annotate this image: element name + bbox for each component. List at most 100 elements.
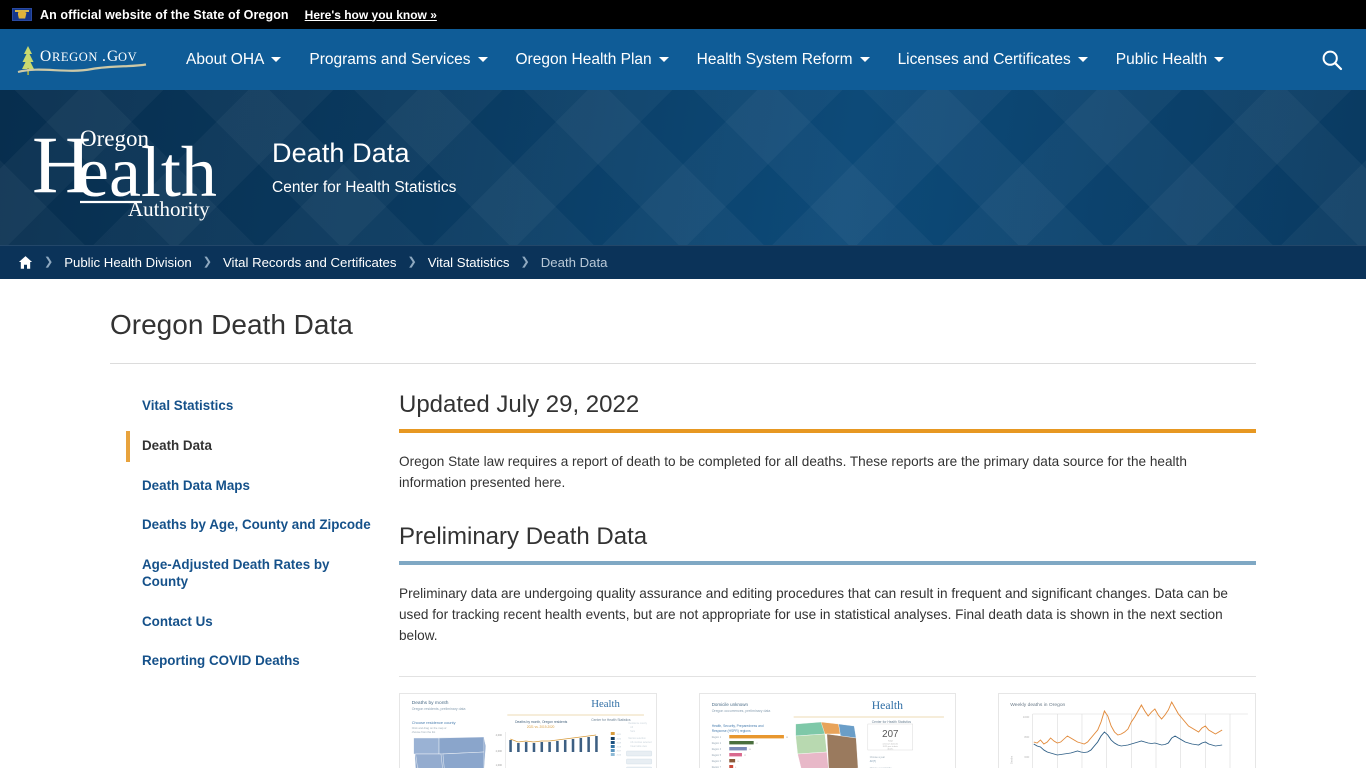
nav-item-label: Licenses and Certificates [897,50,1071,68]
breadcrumb-separator: ❯ [44,256,54,268]
svg-text:Sum: Sum [630,730,635,733]
weekly-deaths-preview-image: Weekly deaths in Oregon 1000 800 600 Dea… [999,694,1256,768]
svg-text:All: All [630,726,633,729]
oregon-health-authority-logo[interactable]: H Oregon ealth Authority [32,114,222,222]
svg-text:OV: OV [118,50,137,64]
dashboard-thumbnail-row: Deaths by month Oregon residents, prelim… [399,693,1257,768]
svg-text:22: 22 [744,755,746,757]
oregon-tree-river-logo-icon: O REGON . G OV [17,45,147,75]
svg-text:Weekly deaths in Oregon: Weekly deaths in Oregon [1011,703,1067,708]
section-preliminary-death-data: Preliminary Death Data Preliminary data … [399,523,1256,646]
nav-item-about-oha[interactable]: About OHA [172,43,295,77]
section-heading-updated: Updated July 29, 2022 [399,391,640,418]
deaths-by-month-preview-image: Deaths by month Oregon residents, prelim… [400,694,656,768]
nav-item-label: Public Health [1115,50,1208,68]
chevron-down-icon [859,57,870,62]
search-button[interactable] [1320,48,1344,72]
sidebar-navigation: Vital Statistics Death Data Death Data M… [110,391,375,768]
oregon-gov-logo[interactable]: O REGON . G OV [14,40,154,80]
svg-text:Region 1: Region 1 [711,736,721,739]
svg-text:G: G [107,48,118,65]
breadcrumb-item-public-health-division[interactable]: Public Health Division [64,255,192,270]
nav-item-licenses-and-certificates[interactable]: Licenses and Certificates [884,43,1102,77]
nav-item-programs-and-services[interactable]: Programs and Services [295,43,501,77]
svg-text:Oregon residents, preliminary: Oregon residents, preliminary data [412,707,466,711]
svg-text:REGON: REGON [52,50,98,64]
thumbnail-domicile-unknown-dashboard[interactable]: Domicile unknown Oregon occurrences, pre… [698,693,957,768]
svg-text:Total: Total [888,740,893,743]
nav-item-health-system-reform[interactable]: Health System Reform [683,43,884,77]
svg-text:Deaths by month: Deaths by month [412,700,449,706]
svg-text:Center for Health Statistics: Center for Health Statistics [871,720,911,724]
svg-text:1,000: 1,000 [496,763,503,767]
sidebar-item-death-data[interactable]: Death Data [126,430,375,462]
sidebar-item-age-adjusted-death-rates-by-county[interactable]: Age-Adjusted Death Rates by County [126,550,375,598]
sidebar-item-vital-statistics[interactable]: Vital Statistics [126,391,375,422]
page-header: Oregon Death Data [0,309,1366,364]
svg-text:2,000: 2,000 [496,749,503,753]
nav-item-label: Oregon Health Plan [515,50,652,68]
official-website-notice: An official website of the State of Oreg… [40,7,289,22]
sidebar-item-deaths-by-age-county-and-zipcode[interactable]: Deaths by Age, County and Zipcode [126,510,375,541]
svg-text:All counties selected: All counties selected [630,741,652,744]
breadcrumb-separator: ❯ [202,256,212,268]
breadcrumb-item-vital-records-and-certificates[interactable]: Vital Records and Certificates [223,255,396,270]
sidebar-item-death-data-maps[interactable]: Death Data Maps [126,471,375,502]
sidebar-item-reporting-covid-deaths[interactable]: Reporting COVID Deaths [126,646,375,677]
svg-text:Residence county: Residence county [628,722,647,725]
svg-text:42: 42 [755,743,757,745]
section-heading-preliminary: Preliminary Death Data [399,523,648,551]
svg-text:Health: Health [871,698,902,712]
section-rule-blue [399,561,1256,566]
official-state-notice-bar: An official website of the State of Oreg… [0,0,1366,29]
nav-item-label: Health System Reform [696,50,853,68]
section-updated: Updated July 29, 2022 Oregon State law r… [399,391,1256,493]
svg-text:Region 3: Region 3 [711,748,721,751]
hero-subtitle: Center for Health Statistics [272,179,457,196]
search-icon [1322,50,1343,70]
svg-text:Narrow selection: Narrow selection [628,737,646,740]
svg-text:O: O [40,48,52,65]
main-content: Updated July 29, 2022 Oregon State law r… [375,391,1257,768]
oha-wordmark-icon: H Oregon ealth Authority [32,119,217,221]
svg-text:deaths: deaths [887,748,893,751]
svg-text:2021: 2021 [617,734,621,736]
breadcrumb-item-vital-statistics[interactable]: Vital Statistics [428,255,510,270]
svg-text:Region 2: Region 2 [711,742,721,745]
svg-text:800: 800 [1025,735,1030,739]
svg-text:Health: Health [591,698,620,710]
hero-title: Death Data [272,138,410,168]
svg-text:Authority: Authority [128,197,210,221]
svg-text:choose from the list: choose from the list [412,730,436,734]
nav-item-public-health[interactable]: Public Health [1102,43,1238,77]
section-rule-orange [399,429,1256,433]
sidebar-item-contact-us[interactable]: Contact Us [126,607,375,638]
page-hero-banner: H Oregon ealth Authority Death Data Cent… [0,90,1366,245]
nav-item-oregon-health-plan[interactable]: Oregon Health Plan [502,43,683,77]
oregon-state-flag-icon [12,8,32,21]
svg-text:4,000: 4,000 [496,733,503,737]
nav-item-label: Programs and Services [309,50,471,68]
thumbnail-weekly-deaths-chart[interactable]: Weekly deaths in Oregon 1000 800 600 Dea… [998,693,1257,768]
svg-text:Choose residence county: Choose residence county [412,720,456,725]
thumbnail-deaths-by-month-dashboard[interactable]: Deaths by month Oregon residents, prelim… [399,693,657,768]
svg-text:Choose a year: Choose a year [869,756,884,759]
chevron-down-icon [271,57,282,62]
breadcrumb-item-death-data: Death Data [540,255,608,270]
chevron-down-icon [1077,57,1088,62]
svg-text:207: 207 [882,729,898,740]
svg-text:Health, Security, Preparedness: Health, Security, Preparedness and [711,724,763,728]
svg-text:Region 6: Region 6 [711,760,721,763]
domicile-unknown-preview-image: Domicile unknown Oregon occurrences, pre… [699,694,956,768]
svg-text:2017: 2017 [617,751,621,753]
chevron-down-icon [1214,57,1225,62]
svg-text:Oregon occurrences, preliminar: Oregon occurrences, preliminary data [711,709,770,713]
home-icon[interactable] [18,255,33,270]
svg-text:Center for Health Statistics: Center for Health Statistics [591,718,631,722]
svg-text:Domicile unknown: Domicile unknown [711,702,748,707]
heres-how-you-know-link[interactable]: Here's how you know » [305,8,437,22]
breadcrumb-separator: ❯ [520,256,530,268]
section-paragraph-updated: Oregon State law requires a report of de… [399,454,1187,491]
svg-text:Click and drag on the map or: Click and drag on the map or [412,726,447,730]
nav-menu-list: About OHA Programs and Services Oregon H… [172,43,1320,77]
